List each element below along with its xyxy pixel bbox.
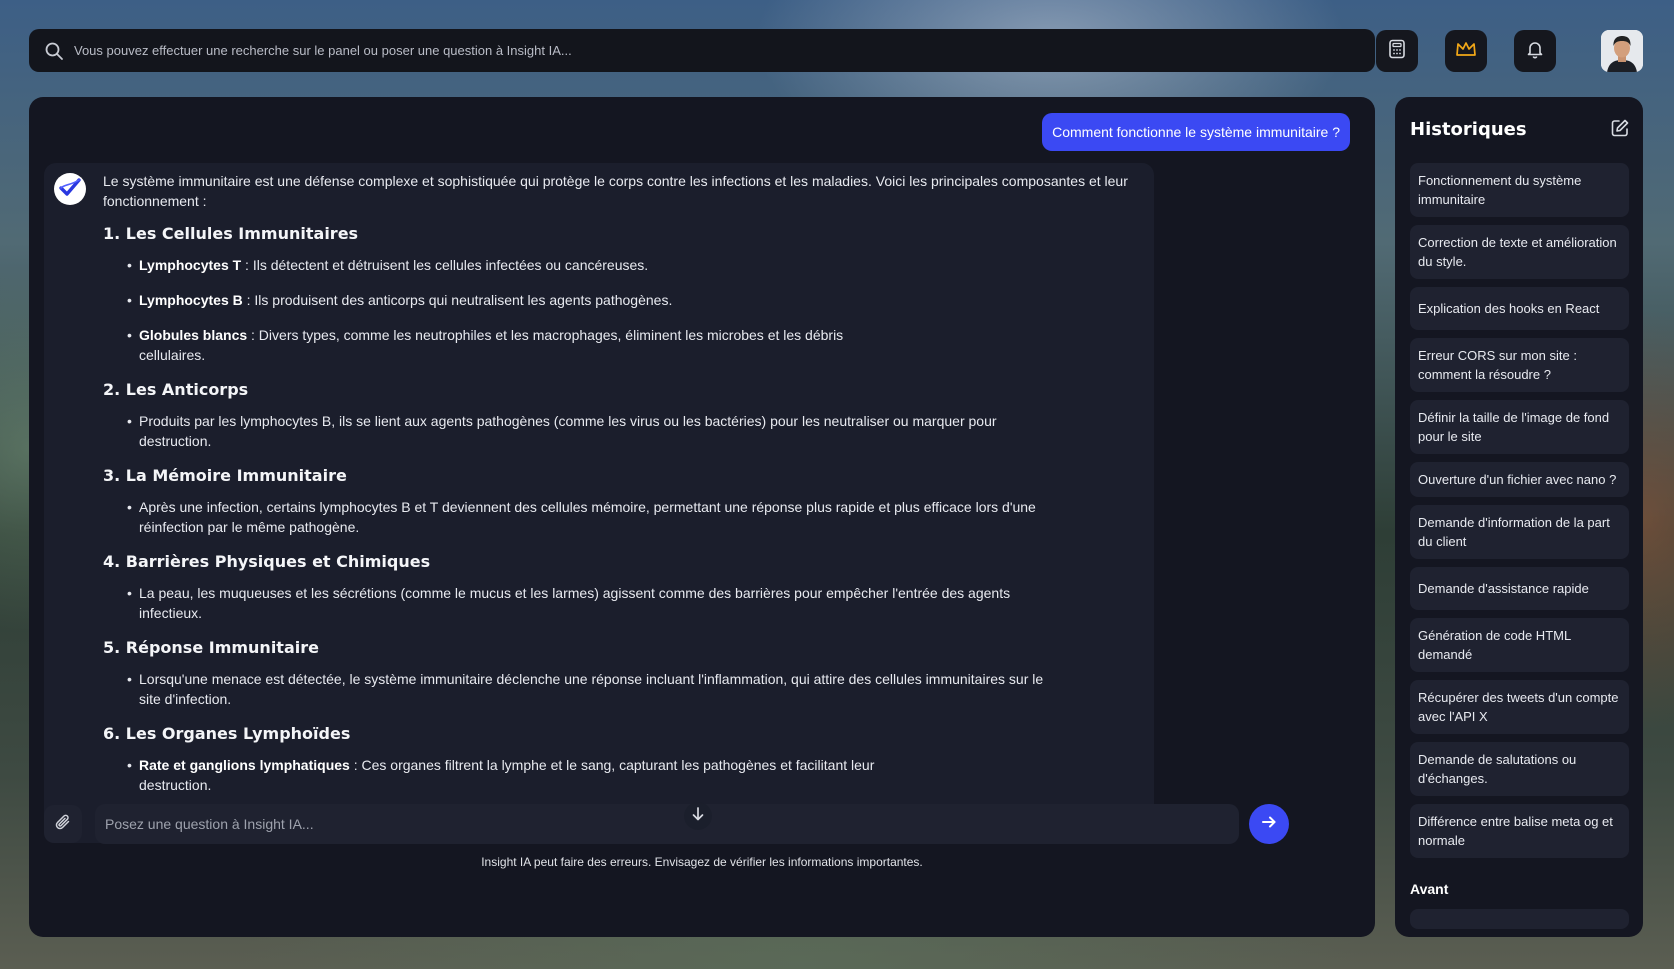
arrow-down-icon xyxy=(690,806,706,827)
new-chat-button[interactable] xyxy=(1609,119,1631,141)
history-item[interactable]: Ouverture d'un fichier avec nano ? xyxy=(1410,462,1629,497)
assistant-message-card: Le système immunitaire est une défense c… xyxy=(44,163,1154,843)
bullet-term: Lymphocytes B xyxy=(139,292,243,308)
bullet-text: : Ils produisent des anticorps qui neutr… xyxy=(242,292,673,308)
section-title: 5. Réponse Immunitaire xyxy=(103,638,319,657)
section-title: 4. Barrières Physiques et Chimiques xyxy=(103,552,431,571)
edit-icon xyxy=(1610,118,1630,143)
paperclip-icon xyxy=(54,813,72,836)
bullet-text: La peau, les muqueuses et les sécrétions… xyxy=(139,585,1011,621)
history-item[interactable] xyxy=(1410,909,1629,929)
list-item: La peau, les muqueuses et les sécrétions… xyxy=(103,583,1063,623)
assistant-avatar xyxy=(54,173,86,205)
history-item[interactable]: Demande d'information de la part du clie… xyxy=(1410,505,1629,559)
bullet-term: Globules blancs xyxy=(139,327,248,343)
search-placeholder[interactable]: Vous pouvez effectuer une recherche sur … xyxy=(74,43,572,58)
attach-file-button[interactable] xyxy=(44,805,82,843)
list-item: Rate et ganglions lymphatiques : Ces org… xyxy=(103,755,903,795)
notifications-button[interactable] xyxy=(1514,30,1556,72)
history-item[interactable]: Récupérer des tweets d'un compte avec l'… xyxy=(1410,680,1629,734)
section-title: 6. Les Organes Lymphoïdes xyxy=(103,724,351,743)
history-list: Fonctionnement du système immunitaire Co… xyxy=(1410,163,1629,866)
premium-button[interactable] xyxy=(1445,30,1487,72)
user-avatar[interactable] xyxy=(1601,30,1643,72)
list-item: Après une infection, certains lymphocyte… xyxy=(103,497,1063,537)
list-item: Lymphocytes B : Ils produisent des antic… xyxy=(103,290,1128,310)
list-item: Globules blancs : Divers types, comme le… xyxy=(103,325,903,365)
arrow-right-icon xyxy=(1260,813,1278,836)
crown-icon xyxy=(1455,39,1477,64)
history-item[interactable]: Correction de texte et amélioration du s… xyxy=(1410,225,1629,279)
bullet-text: Lorsqu'une menace est détectée, le systè… xyxy=(139,671,1044,707)
history-section-label: Avant xyxy=(1410,881,1449,897)
disclaimer-text: Insight IA peut faire des erreurs. Envis… xyxy=(481,855,923,869)
history-item[interactable]: Différence entre balise meta og et norma… xyxy=(1410,804,1629,858)
user-message-bubble: Comment fonctionne le système immunitair… xyxy=(1042,113,1350,151)
bullet-term: Rate et ganglions lymphatiques xyxy=(139,757,350,773)
bullet-text: : Ils détectent et détruisent les cellul… xyxy=(241,257,649,273)
list-item: Lorsqu'une menace est détectée, le systè… xyxy=(103,669,1063,709)
history-sidebar: Historiques Fonctionnement du système im… xyxy=(1395,97,1643,937)
history-item[interactable]: Fonctionnement du système immunitaire xyxy=(1410,163,1629,217)
history-item[interactable]: Demande de salutations ou d'échanges. xyxy=(1410,742,1629,796)
scroll-to-bottom-button[interactable] xyxy=(684,802,712,830)
global-search-bar[interactable]: Vous pouvez effectuer une recherche sur … xyxy=(29,29,1375,72)
history-item[interactable]: Génération de code HTML demandé xyxy=(1410,618,1629,672)
calculator-button[interactable] xyxy=(1376,30,1418,72)
send-button[interactable] xyxy=(1249,804,1289,844)
chat-input[interactable] xyxy=(95,804,1239,844)
bullet-term: Lymphocytes T xyxy=(139,257,242,273)
list-item: Produits par les lymphocytes B, ils se l… xyxy=(103,411,1063,451)
history-item[interactable]: Demande d'assistance rapide xyxy=(1410,567,1629,610)
calculator-icon xyxy=(1387,39,1407,64)
checkmark-logo-icon xyxy=(57,174,83,205)
assistant-message-content: Le système immunitaire est une défense c… xyxy=(103,171,1128,809)
bullet-text: Produits par les lymphocytes B, ils se l… xyxy=(139,413,997,449)
section-title: 3. La Mémoire Immunitaire xyxy=(103,466,347,485)
history-title: Historiques xyxy=(1410,119,1527,140)
history-item[interactable]: Explication des hooks en React xyxy=(1410,287,1629,330)
answer-intro: Le système immunitaire est une défense c… xyxy=(103,173,1128,209)
history-item[interactable]: Erreur CORS sur mon site : comment la ré… xyxy=(1410,338,1629,392)
list-item: Lymphocytes T : Ils détectent et détruis… xyxy=(103,255,1128,275)
section-title: 2. Les Anticorps xyxy=(103,380,249,399)
bell-icon xyxy=(1525,39,1545,64)
section-title: 1. Les Cellules Immunitaires xyxy=(103,224,359,243)
bullet-text: Après une infection, certains lymphocyte… xyxy=(139,499,1036,535)
search-icon xyxy=(43,40,65,62)
history-item[interactable]: Définir la taille de l'image de fond pou… xyxy=(1410,400,1629,454)
